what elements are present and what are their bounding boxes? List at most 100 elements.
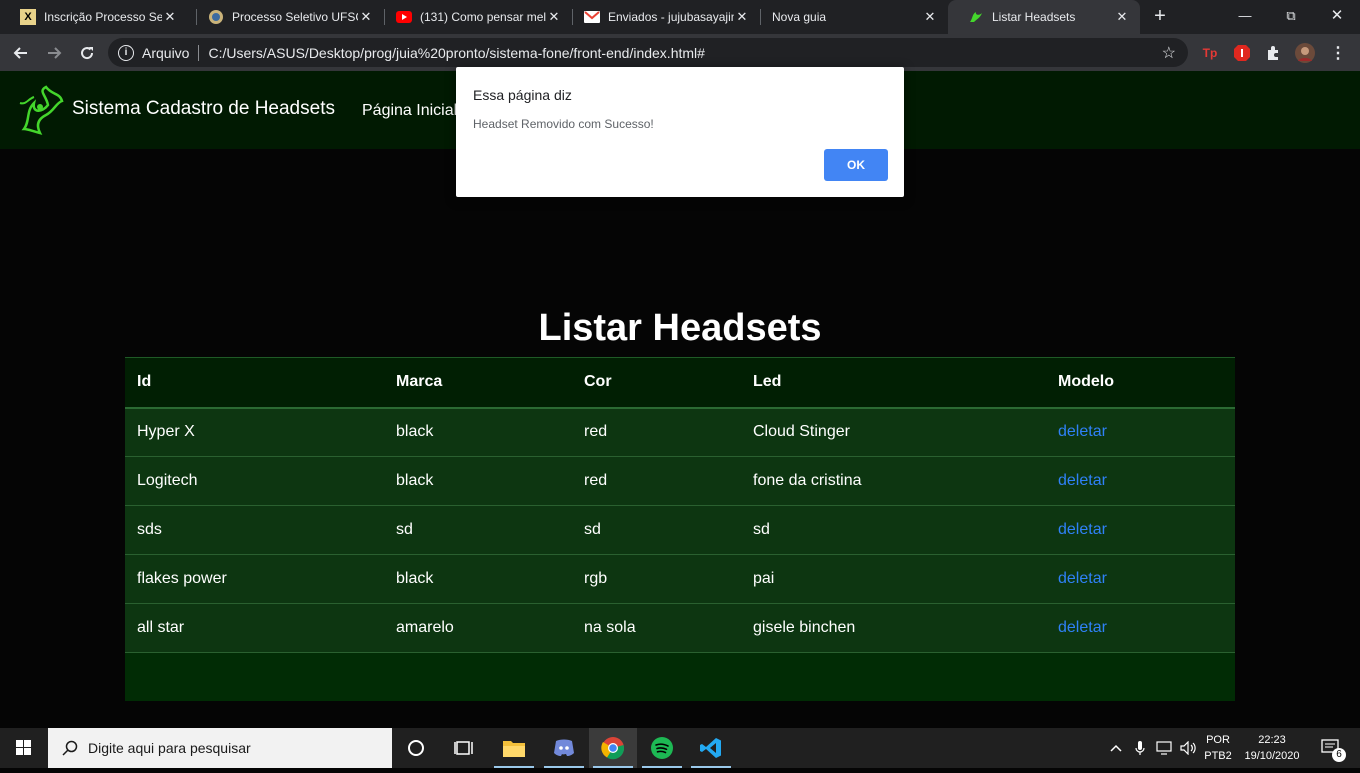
close-icon[interactable]: ✕ xyxy=(1114,9,1130,25)
forward-button[interactable] xyxy=(42,41,66,65)
cell-cor: sd xyxy=(572,505,741,555)
column-header-led: Led xyxy=(741,357,1046,409)
spotify-app[interactable] xyxy=(638,728,686,768)
delete-link[interactable]: deletar xyxy=(1058,521,1107,538)
language-code: POR xyxy=(1206,734,1230,746)
chrome-app[interactable] xyxy=(589,728,637,768)
close-icon[interactable]: ✕ xyxy=(546,9,562,25)
taskbar-clock[interactable]: 22:23 19/10/2020 xyxy=(1238,732,1306,764)
table-header-row: Id Marca Cor Led Modelo xyxy=(125,357,1235,409)
delete-link[interactable]: deletar xyxy=(1058,619,1107,636)
search-placeholder: Digite aqui para pesquisar xyxy=(88,740,251,756)
delete-link[interactable]: deletar xyxy=(1058,423,1107,440)
tab-title: Enviados - jujubasayajin xyxy=(608,10,734,24)
action-center-button[interactable]: 6 xyxy=(1316,728,1346,768)
bookmark-star-icon[interactable]: ☆ xyxy=(1162,43,1176,63)
cell-led: gisele binchen xyxy=(741,603,1046,653)
tab-youtube[interactable]: (131) Como pensar mel ✕ xyxy=(376,0,572,34)
cell-cor: red xyxy=(572,456,741,506)
delete-link[interactable]: deletar xyxy=(1058,570,1107,587)
keyboard-layout: PTB2 xyxy=(1204,750,1232,762)
close-icon[interactable]: ✕ xyxy=(358,9,374,25)
search-icon xyxy=(62,740,78,756)
cell-action: deletar xyxy=(1046,456,1235,506)
info-icon[interactable]: i xyxy=(118,44,134,61)
profile-avatar[interactable] xyxy=(1295,43,1315,63)
cell-cor: red xyxy=(572,407,741,457)
close-icon[interactable]: ✕ xyxy=(734,9,750,25)
column-header-marca: Marca xyxy=(384,357,572,409)
tab-listar-headsets[interactable]: Listar Headsets ✕ xyxy=(948,0,1140,34)
cell-marca: amarelo xyxy=(384,603,572,653)
network-tray-icon[interactable] xyxy=(1154,728,1176,768)
microphone-tray-icon[interactable] xyxy=(1130,728,1150,768)
arrow-right-icon xyxy=(48,47,62,59)
cell-id: flakes power xyxy=(125,554,384,604)
vscode-app[interactable] xyxy=(687,728,735,768)
tab-inscricao[interactable]: X Inscrição Processo Sele ✕ xyxy=(0,0,188,34)
cell-id: Logitech xyxy=(125,456,384,506)
delete-link[interactable]: deletar xyxy=(1058,472,1107,489)
ok-button[interactable]: OK xyxy=(824,149,888,181)
nav-link-home[interactable]: Página Inicial xyxy=(362,102,457,120)
tab-processo-seletivo[interactable]: Processo Seletivo UFSC ✕ xyxy=(188,0,384,34)
cell-marca: black xyxy=(384,554,572,604)
table-row: Logitech black red fone da cristina dele… xyxy=(125,456,1235,506)
tab-nova-guia[interactable]: Nova guia ✕ xyxy=(752,0,948,34)
dialog-message: Headset Removido com Sucesso! xyxy=(473,117,654,131)
new-tab-button[interactable]: + xyxy=(1150,5,1170,29)
extensions-puzzle-icon[interactable] xyxy=(1263,43,1283,63)
chrome-icon xyxy=(601,737,625,760)
tab-title: Inscrição Processo Sele xyxy=(44,10,162,24)
alert-dialog: Essa página diz Headset Removido com Suc… xyxy=(456,67,904,197)
cell-action: deletar xyxy=(1046,505,1235,555)
cell-id: all star xyxy=(125,603,384,653)
show-hidden-icons-button[interactable] xyxy=(1106,728,1126,768)
speaker-icon xyxy=(1180,741,1196,755)
column-header-id: Id xyxy=(125,357,384,409)
gmail-icon xyxy=(584,9,600,25)
discord-app[interactable] xyxy=(540,728,588,768)
url-text[interactable]: C:/Users/ASUS/Desktop/prog/juia%20pronto… xyxy=(208,45,1161,61)
reload-icon xyxy=(81,47,94,60)
cell-led: Cloud Stinger xyxy=(741,407,1046,457)
cortana-button[interactable] xyxy=(392,728,440,768)
microphone-icon xyxy=(1135,741,1145,755)
file-explorer-app[interactable] xyxy=(490,728,538,768)
reload-button[interactable] xyxy=(75,41,99,65)
table-row: sds sd sd sd deletar xyxy=(125,505,1235,555)
divider xyxy=(198,44,200,61)
tab-gmail[interactable]: Enviados - jujubasayajin ✕ xyxy=(564,0,760,34)
task-view-button[interactable] xyxy=(440,728,488,768)
brand-title[interactable]: Sistema Cadastro de Headsets xyxy=(72,98,335,120)
adblock-extension-icon[interactable] xyxy=(1232,43,1252,63)
cell-marca: black xyxy=(384,456,572,506)
close-window-button[interactable]: ✕ xyxy=(1314,4,1360,30)
volume-tray-icon[interactable] xyxy=(1178,728,1200,768)
cell-led: sd xyxy=(741,505,1046,555)
close-icon[interactable]: ✕ xyxy=(162,9,178,25)
razer-icon xyxy=(968,9,984,25)
cell-marca: sd xyxy=(384,505,572,555)
more-menu-icon[interactable]: ⋮ xyxy=(1328,43,1348,63)
cell-id: sds xyxy=(125,505,384,555)
cell-action: deletar xyxy=(1046,603,1235,653)
headsets-table: Id Marca Cor Led Modelo Hyper X black re… xyxy=(125,357,1235,701)
tp-extension-icon[interactable]: Tp xyxy=(1200,43,1220,63)
cell-action: deletar xyxy=(1046,554,1235,604)
close-icon[interactable]: ✕ xyxy=(922,9,938,25)
start-button[interactable] xyxy=(0,728,48,768)
razer-logo-icon xyxy=(19,85,64,135)
minimize-button[interactable]: — xyxy=(1222,4,1268,30)
x-site-icon: X xyxy=(20,9,36,25)
folder-icon xyxy=(503,741,525,757)
taskbar-search-box[interactable]: Digite aqui para pesquisar xyxy=(48,728,392,768)
tab-title: Listar Headsets xyxy=(992,10,1076,24)
restore-button[interactable]: ⧉ xyxy=(1268,4,1314,30)
address-bar[interactable]: i Arquivo C:/Users/ASUS/Desktop/prog/jui… xyxy=(108,38,1188,67)
network-icon xyxy=(1156,741,1172,755)
site-label: Arquivo xyxy=(142,44,190,61)
input-language-indicator[interactable]: POR PTB2 xyxy=(1200,732,1236,764)
discord-icon xyxy=(554,739,574,756)
back-button[interactable] xyxy=(9,41,33,65)
